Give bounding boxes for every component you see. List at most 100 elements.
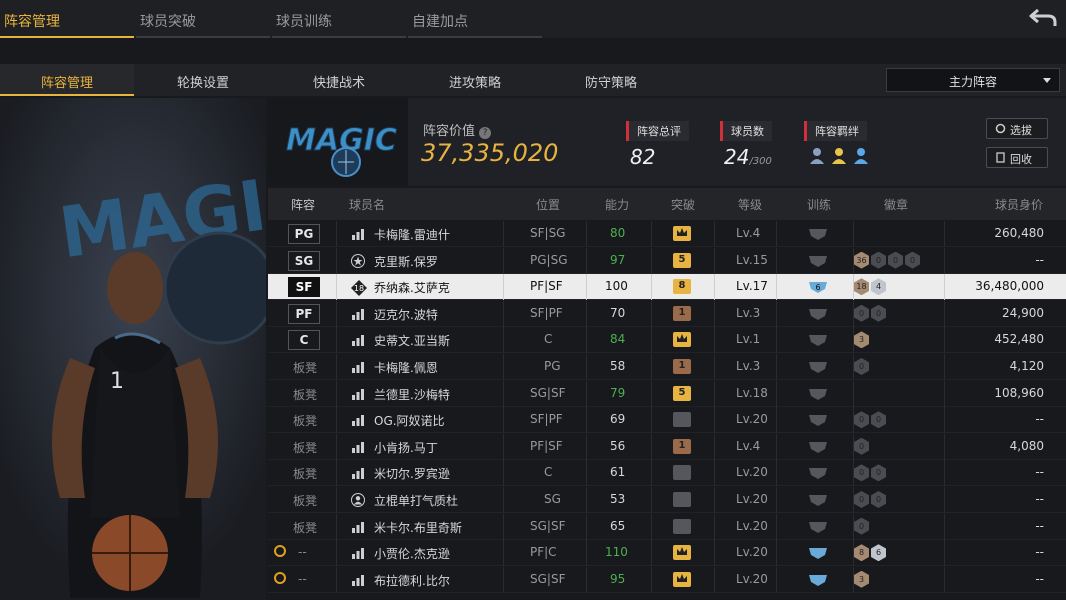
table-row[interactable]: 板凳 兰德里.沙梅特 SG|SF 79 5 Lv.18 108,960 [268,380,1066,407]
player-price: 4,120 [1009,359,1044,373]
table-row[interactable]: 板凳 立棍单打气质杜 SG 53 Lv.20 0 0 -- [268,487,1066,513]
player-name[interactable]: 卡梅隆.佩恩 [374,359,438,376]
help-icon[interactable]: ? [479,127,492,139]
bond-icons[interactable] [804,147,874,169]
table-row[interactable]: 板凳 OG.阿奴诺比 SF|PF 69 Lv.20 0 0 -- [268,407,1066,434]
column-divider [503,247,504,274]
player-name[interactable]: 乔纳森.艾萨克 [374,279,450,296]
badge-list: 00 [854,304,888,323]
column-divider [944,247,945,274]
player-level: Lv.20 [736,571,768,586]
badge-icon: 0 [854,491,869,508]
table-row[interactable]: 板凳 米切尔.罗宾逊 C 61 Lv.20 0 0 -- [268,460,1066,487]
column-divider [651,380,652,407]
column-divider [714,247,715,274]
player-name[interactable]: 小肯扬.马丁 [374,439,438,456]
col-breakthrough[interactable]: 突破 [671,196,695,213]
badge-icon: 0 [888,251,903,269]
col-training[interactable]: 训练 [807,196,831,213]
player-level: Lv.3 [736,359,761,373]
table-row[interactable]: 板凳 米卡尔.布里奇斯 SG|SF 65 Lv.20 0 -- [268,513,1066,540]
col-badges[interactable]: 徽章 [884,196,908,213]
bench-label: 板凳 [293,467,318,482]
top-tab-training[interactable]: 球员训练 [272,0,406,38]
table-row[interactable]: C 史蒂文.亚当斯 C 84 Lv.1 3 452,480 [268,327,1066,354]
column-divider [336,407,337,434]
player-ability: 53 [610,492,626,506]
player-name[interactable]: 米卡尔.布里奇斯 [374,519,462,536]
column-divider [651,274,652,301]
subtab-defense[interactable]: 防守策略 [544,64,678,96]
recycle-button[interactable]: 回收 [986,147,1048,168]
column-divider [651,300,652,327]
lineup-dropdown[interactable]: 主力阵容 [886,68,1060,92]
training-icon [808,466,828,480]
column-divider [503,274,504,301]
player-name[interactable]: 卡梅隆.雷迪什 [374,226,450,243]
top-tab-custom-points[interactable]: 自建加点 [408,0,542,38]
select-button[interactable]: 选拔 [986,118,1048,139]
refresh-icon [995,123,1006,134]
player-name[interactable]: OG.阿奴诺比 [374,412,445,429]
player-name[interactable]: 立棍单打气质杜 [374,492,458,509]
column-divider [503,540,504,567]
column-divider [714,487,715,513]
table-row[interactable]: SF 18 乔纳森.艾萨克 PF|SF 100 8 Lv.17 6 18 4 36,480,000 [268,274,1066,301]
player-level: Lv.20 [736,545,768,560]
breakthrough-badge: 5 [673,252,691,268]
column-divider [336,221,337,247]
subtab-lineup[interactable]: 阵容管理 [0,64,134,96]
subtab-quick-tactics[interactable]: 快捷战术 [272,64,406,96]
column-divider [714,433,715,460]
stat-players: 球员数 24/300 [720,120,772,169]
player-name[interactable]: 兰德里.沙梅特 [374,386,450,403]
training-icon [808,546,828,560]
svg-text:18: 18 [354,284,364,293]
col-value[interactable]: 球员身价 [995,196,1043,213]
top-tab-lineup[interactable]: 阵容管理 [0,0,134,38]
col-ability[interactable]: 能力 [605,196,629,213]
player-name[interactable]: 迈克尔.波特 [374,306,438,323]
subtab-offense[interactable]: 进攻策略 [408,64,542,96]
table-row[interactable]: SG 克里斯.保罗 PG|SG 97 5 Lv.15 36 0 0 0 -- [268,247,1066,274]
players-label: 球员数 [720,121,772,141]
column-divider [503,327,504,354]
badge-list: 3 [854,570,871,589]
col-lineup[interactable]: 阵容 [291,196,315,213]
table-row[interactable]: -- 布拉德利.比尔 SG|SF 95 Lv.20 3 -- [268,566,1066,593]
column-divider [651,247,652,274]
player-name[interactable]: 布拉德利.比尔 [374,572,450,589]
svg-text:1: 1 [110,369,124,394]
column-divider [714,221,715,247]
table-row[interactable]: 板凳 小肯扬.马丁 PF|SF 56 1 Lv.4 0 4,080 [268,433,1066,460]
column-divider [714,407,715,434]
lineup-summary: MAGIC 阵容价值 ? 37,335,020 阵容总评 82 球员数 24/3… [268,98,1066,186]
column-divider [776,354,777,380]
table-row[interactable]: -- 小贾伦.杰克逊 PF|C 110 Lv.20 8 6 -- [268,540,1066,567]
table-row[interactable]: PF 迈克尔.波特 SF|PF 70 1 Lv.3 0 0 24,900 [268,300,1066,327]
column-divider [336,247,337,274]
badge-list: 86 [854,544,888,562]
table-row[interactable]: PG 卡梅隆.雷迪什 SF|SG 80 Lv.4 260,480 [268,221,1066,247]
col-position[interactable]: 位置 [536,196,560,213]
subtab-rotation[interactable]: 轮换设置 [136,64,270,96]
player-name[interactable]: 米切尔.罗宾逊 [374,465,450,482]
training-icon [808,227,828,241]
player-ability: 84 [610,332,626,347]
badge-icon: 0 [854,411,869,429]
bars-icon [351,227,365,241]
team-logo: MAGIC [268,98,408,186]
player-name[interactable]: 史蒂文.亚当斯 [374,332,450,349]
player-name[interactable]: 小贾伦.杰克逊 [374,545,450,562]
back-arrow-icon[interactable] [1028,6,1058,30]
top-tab-breakthrough[interactable]: 球员突破 [136,0,270,38]
table-row[interactable]: 板凳 卡梅隆.佩恩 PG 58 1 Lv.3 0 4,120 [268,354,1066,380]
column-divider [944,274,945,301]
column-divider [336,566,337,593]
player-name[interactable]: 克里斯.保罗 [374,253,438,270]
player-ability: 70 [610,305,626,320]
col-level[interactable]: 等级 [738,196,762,213]
column-divider [944,540,945,567]
col-name[interactable]: 球员名 [349,196,385,213]
training-icon: 6 [808,280,828,294]
